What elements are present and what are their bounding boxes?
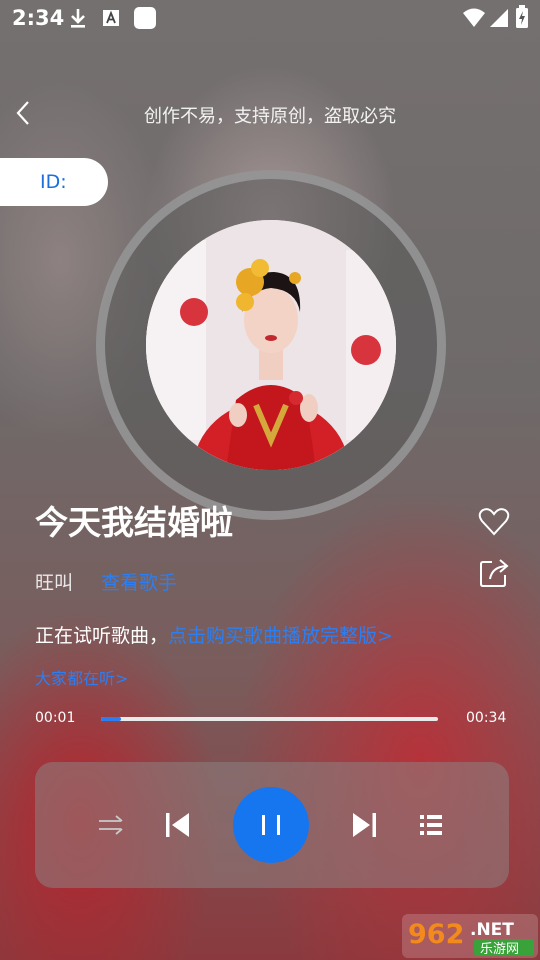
signal-icon (490, 9, 508, 27)
watermark-logo: 962 .NET 乐游网 (402, 914, 538, 958)
a-icon (103, 10, 119, 26)
everyone-listening-link[interactable]: 大家都在听> (35, 665, 128, 689)
app-square-icon (134, 7, 156, 29)
status-bar: 2:34 (0, 0, 540, 38)
trial-text: 正在试听歌曲， (35, 625, 169, 647)
svg-text:乐游网: 乐游网 (480, 942, 519, 957)
shuffle-icon[interactable] (97, 813, 125, 837)
previous-icon[interactable] (163, 810, 193, 840)
current-time: 00:01 (35, 710, 76, 726)
trial-notice: 正在试听歌曲，点击购买歌曲播放完整版> (35, 621, 393, 648)
song-title: 今天我结婚啦 (35, 503, 233, 542)
pause-button[interactable] (233, 787, 309, 863)
svg-text:962: 962 (408, 919, 464, 950)
next-icon[interactable] (349, 810, 379, 840)
share-icon[interactable] (478, 557, 510, 589)
svg-text:.NET: .NET (470, 920, 514, 940)
player-controls (35, 762, 509, 888)
heart-icon[interactable] (478, 506, 510, 538)
download-icon (71, 9, 85, 28)
header: 创作不易，支持原创，盗取必究 (0, 90, 540, 136)
wifi-icon (463, 8, 485, 27)
playlist-icon[interactable] (418, 812, 444, 838)
progress-bar[interactable] (101, 717, 438, 721)
page-title: 创作不易，支持原创，盗取必究 (144, 106, 396, 127)
pause-icon (262, 815, 280, 835)
artist-name: 旺叫 (35, 572, 74, 594)
buy-full-version-link[interactable]: 点击购买歌曲播放完整版> (168, 625, 393, 647)
album-cover (146, 220, 396, 470)
total-time: 00:34 (466, 710, 507, 726)
view-singer-link[interactable]: 查看歌手 (101, 568, 177, 595)
id-badge[interactable]: ID: (0, 158, 108, 206)
battery-icon (516, 5, 528, 28)
cover-art-illustration (146, 220, 396, 470)
progress-fill (101, 717, 122, 721)
status-time: 2:34 (12, 6, 65, 30)
